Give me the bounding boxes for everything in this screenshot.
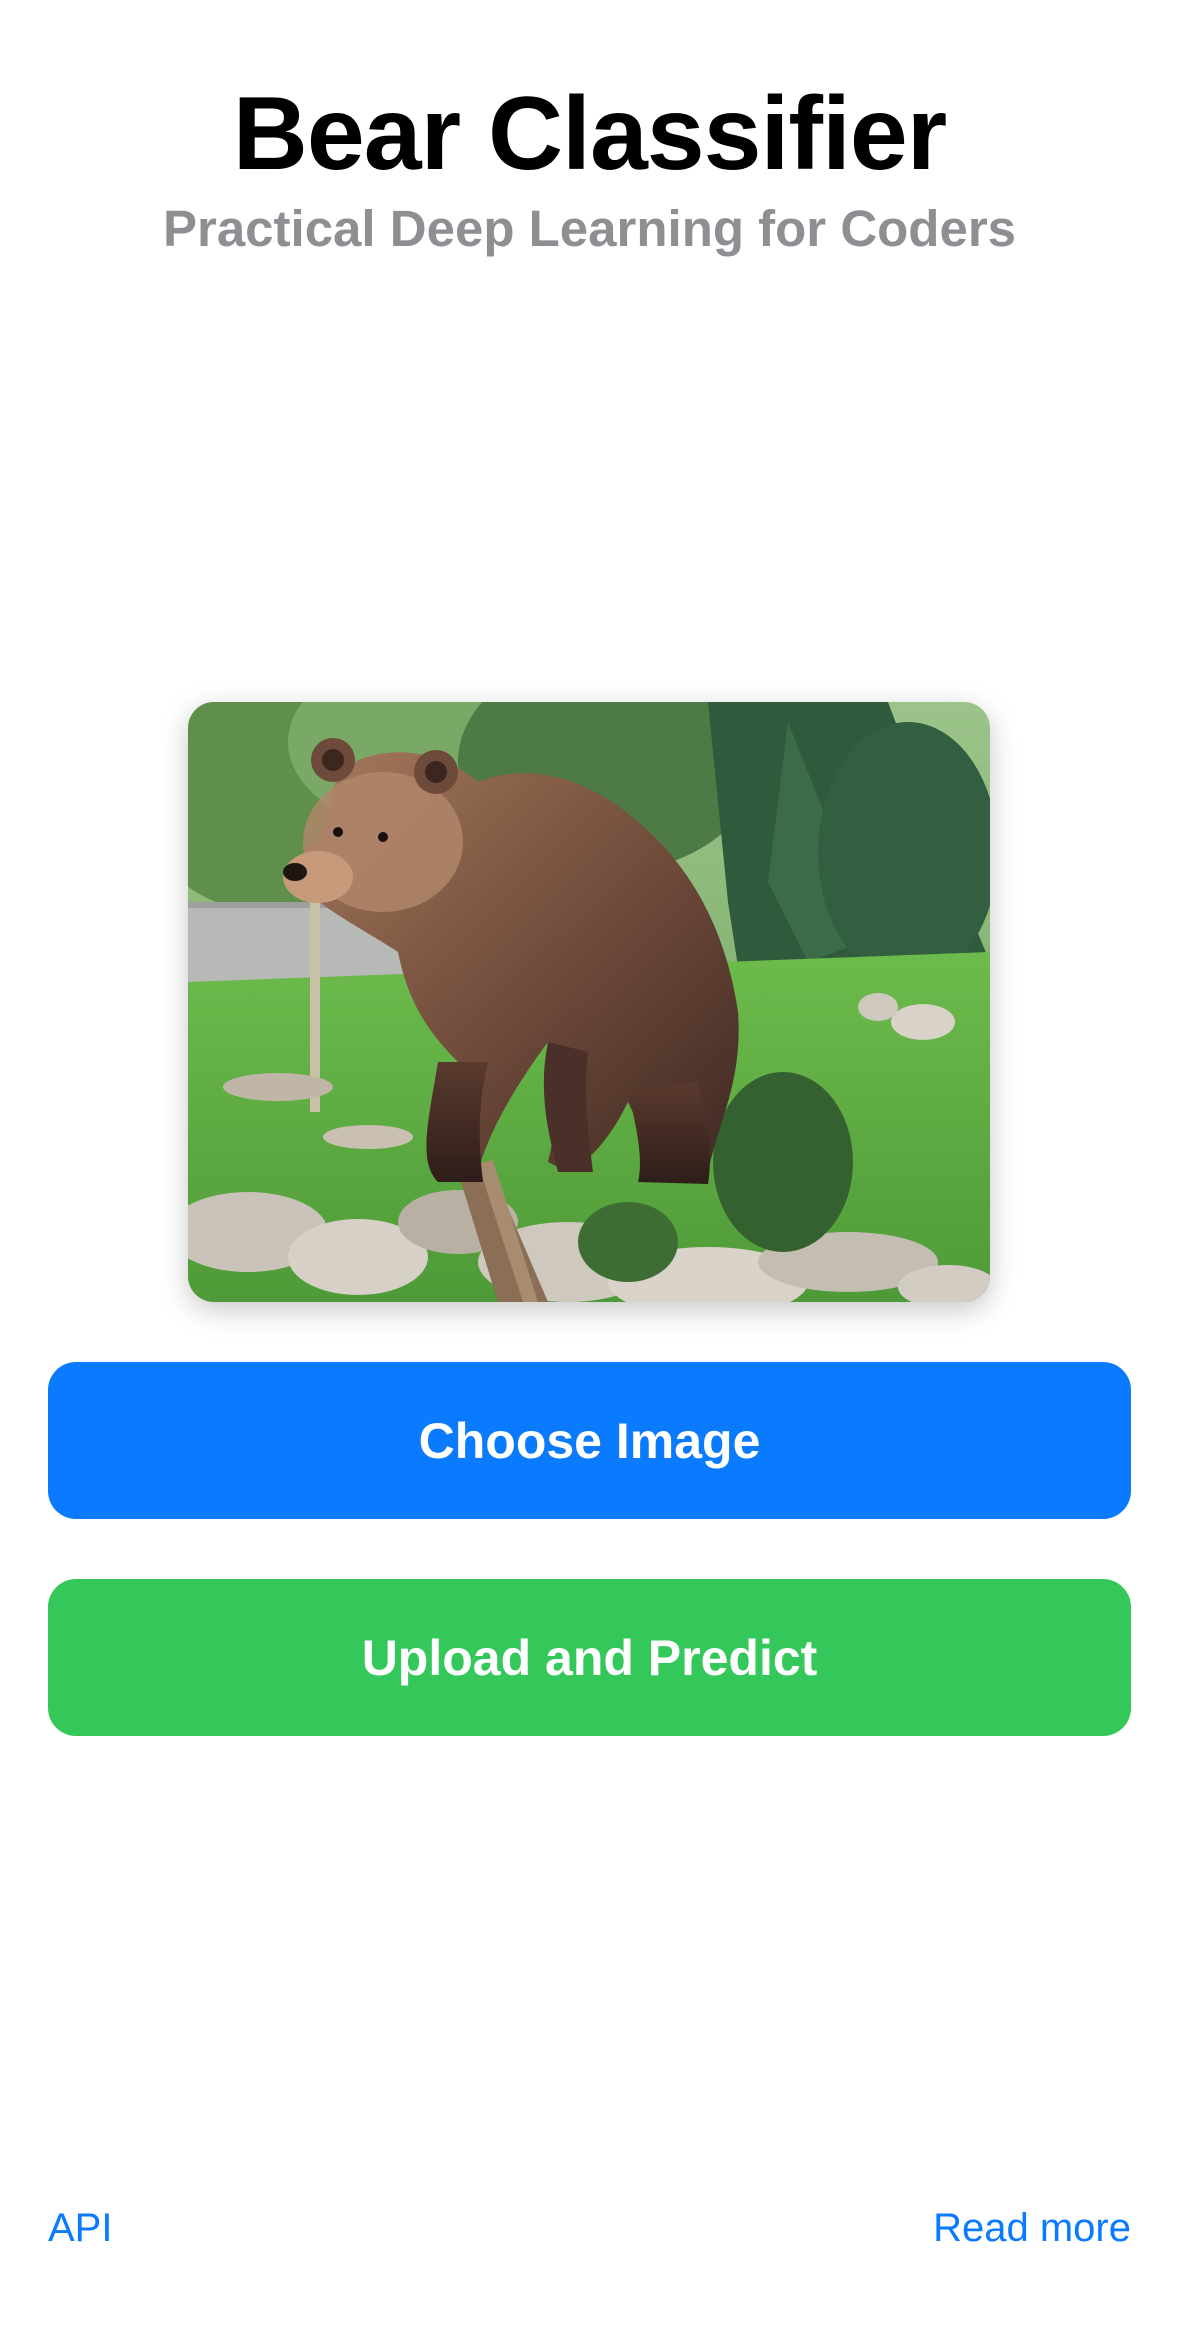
app-title: Bear Classifier [232,76,947,192]
app-subtitle: Practical Deep Learning for Coders [162,200,1017,257]
choose-image-button[interactable]: Choose Image [48,1362,1131,1519]
read-more-link[interactable]: Read more [933,2204,1131,2252]
api-link[interactable]: API [48,2204,112,2252]
image-preview [188,702,990,1302]
upload-and-predict-button[interactable]: Upload and Predict [48,1579,1131,1736]
bear-photo [188,702,990,1302]
